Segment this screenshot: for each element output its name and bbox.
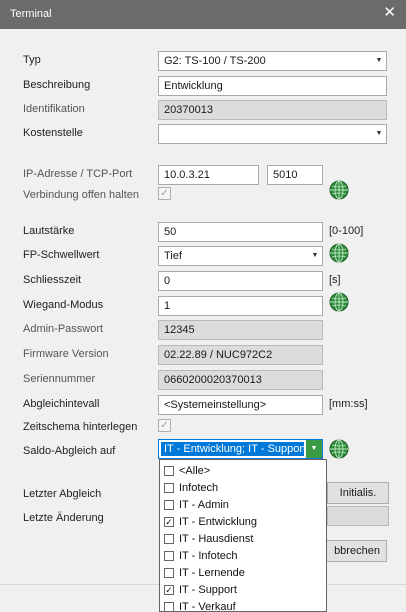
dropdown-item[interactable]: IT - Lernende (160, 565, 326, 582)
abgleichintervall-input[interactable]: <Systemeinstellung> (158, 395, 323, 415)
identifikation-field: 20370013 (158, 100, 387, 120)
dropdown-item-checkbox[interactable] (164, 534, 174, 544)
schliesszeit-unit: [s] (329, 274, 341, 286)
schliesszeit-input[interactable]: 0 (158, 271, 323, 291)
dropdown-item[interactable]: IT - Hausdienst (160, 531, 326, 548)
window-title: Terminal (10, 8, 52, 20)
chevron-down-icon[interactable]: ▼ (372, 52, 386, 70)
label-letzte-aenderung: Letzte Änderung (23, 512, 104, 524)
dropdown-item-checkbox[interactable] (164, 568, 174, 578)
fp-schwellwert-value: Tief (164, 250, 182, 262)
verbindung-checkbox[interactable]: ✓ (158, 187, 171, 200)
typ-value: G2: TS-100 / TS-200 (164, 55, 266, 67)
dropdown-item[interactable]: IT - Verkauf (160, 599, 326, 612)
wiegand-input[interactable]: 1 (158, 296, 323, 316)
dropdown-item[interactable]: ✓ IT - Entwicklung (160, 514, 326, 531)
seriennummer-field: 0660200020370013 (158, 370, 323, 390)
label-identifikation: Identifikation (23, 103, 85, 115)
label-fp-schwellwert: FP-Schwellwert (23, 249, 100, 261)
label-abgleichintervall: Abgleichintevall (23, 398, 100, 410)
firmware-field: 02.22.89 / NUC972C2 (158, 345, 323, 365)
label-schliesszeit: Schliesszeit (23, 274, 82, 286)
initialis-button[interactable]: Initialis. (327, 482, 389, 504)
chevron-down-icon[interactable]: ▼ (308, 247, 322, 265)
label-saldo: Saldo-Abgleich auf (23, 445, 116, 457)
label-firmware: Firmware Version (23, 348, 109, 360)
globe-icon[interactable] (329, 439, 349, 459)
kostenstelle-select[interactable]: ▼ (158, 124, 387, 144)
lautstaerke-input[interactable]: 50 (158, 222, 323, 242)
saldo-dropdown-list: <Alle> Infotech IT - Admin ✓ IT - Entwic… (159, 459, 327, 612)
dropdown-item-label: IT - Entwicklung (179, 516, 258, 528)
dropdown-item-label: IT - Lernende (179, 567, 245, 579)
admin-passwort-field: 12345 (158, 320, 323, 340)
label-verbindung: Verbindung offen halten (23, 189, 140, 201)
abgleichintervall-unit: [mm:ss] (329, 398, 368, 410)
checkmark-icon: ✓ (160, 420, 169, 431)
label-letzter-abgleich: Letzter Abgleich (23, 488, 102, 500)
dropdown-item[interactable]: ✓ IT - Support (160, 582, 326, 599)
label-typ: Typ (23, 54, 41, 66)
dropdown-item-checkbox[interactable] (164, 500, 174, 510)
dropdown-item-label: IT - Admin (179, 499, 229, 511)
checkmark-icon: ✓ (165, 517, 173, 527)
dropdown-item-checkbox[interactable]: ✓ (164, 517, 174, 527)
globe-icon[interactable] (329, 180, 349, 200)
dropdown-item[interactable]: IT - Infotech (160, 548, 326, 565)
dropdown-item-checkbox[interactable] (164, 602, 174, 611)
chevron-down-icon[interactable]: ▼ (306, 440, 322, 458)
saldo-value: IT - Entwicklung; IT - Support (161, 442, 304, 456)
checkmark-icon: ✓ (165, 585, 173, 595)
zeitschema-checkbox[interactable]: ✓ (158, 419, 171, 432)
label-seriennummer: Seriennummer (23, 373, 96, 385)
label-ip-port: IP-Adresse / TCP-Port (23, 168, 133, 180)
label-lautstaerke: Lautstärke (23, 225, 75, 237)
dropdown-item-label: IT - Support (179, 584, 237, 596)
dropdown-item-label: IT - Verkauf (179, 601, 236, 612)
dropdown-item-checkbox[interactable] (164, 466, 174, 476)
dropdown-item[interactable]: Infotech (160, 480, 326, 497)
dropdown-item-label: <Alle> (179, 465, 211, 477)
checkmark-icon: ✓ (160, 188, 169, 199)
dropdown-item-label: IT - Hausdienst (179, 533, 254, 545)
dropdown-item-checkbox[interactable] (164, 483, 174, 493)
globe-icon[interactable] (329, 243, 349, 263)
label-admin-passwort: Admin-Passwort (23, 323, 104, 335)
label-zeitschema: Zeitschema hinterlegen (23, 421, 138, 433)
saldo-select[interactable]: IT - Entwicklung; IT - Support ▼ (158, 439, 323, 459)
ip-address-input[interactable]: 10.0.3.21 (158, 165, 259, 185)
dropdown-item[interactable]: IT - Admin (160, 497, 326, 514)
dropdown-item-label: Infotech (179, 482, 219, 494)
fp-schwellwert-select[interactable]: Tief ▼ (158, 246, 323, 266)
window-titlebar: Terminal ✕ (0, 0, 406, 29)
beschreibung-input[interactable]: Entwicklung (158, 76, 387, 96)
globe-icon[interactable] (329, 292, 349, 312)
dropdown-item-checkbox[interactable]: ✓ (164, 585, 174, 595)
tcp-port-input[interactable]: 5010 (267, 165, 323, 185)
label-wiegand: Wiegand-Modus (23, 299, 104, 311)
dropdown-item-label: IT - Infotech (179, 550, 238, 562)
label-beschreibung: Beschreibung (23, 79, 91, 91)
close-icon[interactable]: ✕ (383, 5, 396, 20)
letzte-aenderung-field (327, 506, 389, 526)
typ-select[interactable]: G2: TS-100 / TS-200 ▼ (158, 51, 387, 71)
chevron-down-icon[interactable]: ▼ (372, 125, 386, 143)
dropdown-item[interactable]: <Alle> (160, 463, 326, 480)
lautstaerke-unit: [0-100] (329, 225, 364, 237)
dropdown-item-checkbox[interactable] (164, 551, 174, 561)
label-kostenstelle: Kostenstelle (23, 127, 83, 139)
